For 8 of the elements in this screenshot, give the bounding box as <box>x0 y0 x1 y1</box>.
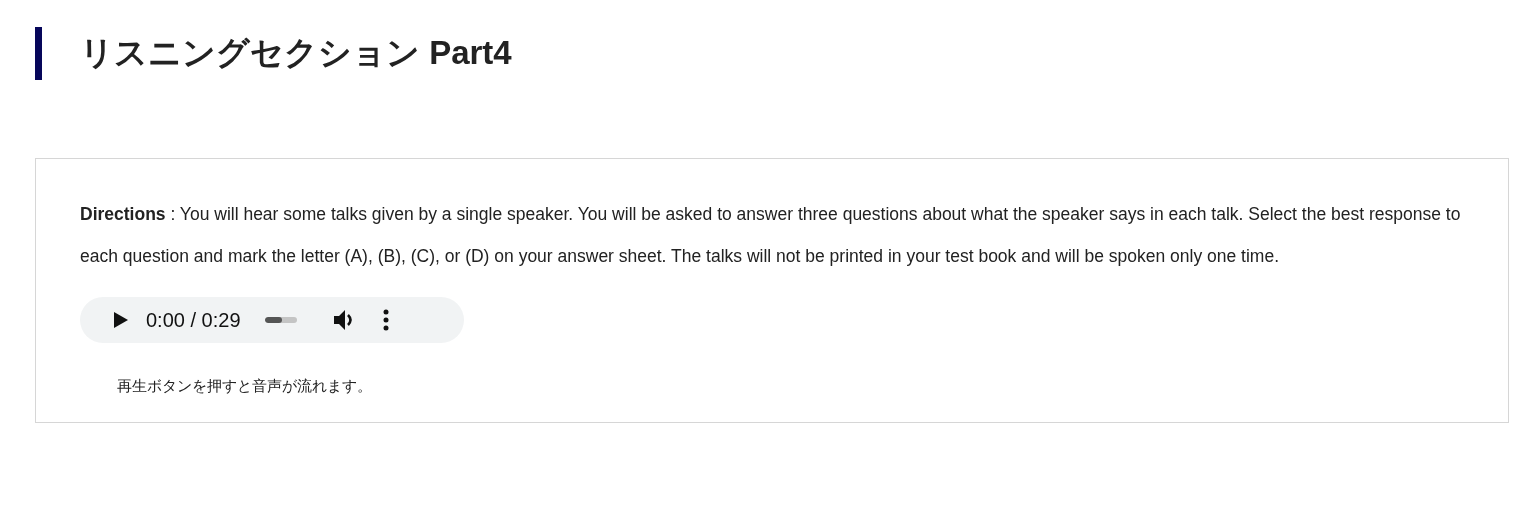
audio-time: 0:00 / 0:29 <box>146 308 241 332</box>
more-options-icon[interactable] <box>382 309 389 331</box>
heading-accent-bar <box>35 27 42 80</box>
audio-caption: 再生ボタンを押すと音声が流れます。 <box>117 377 373 396</box>
directions-text: Directions : You will hear some talks given by a single speaker. You will be asked to answer three questions about what the speaker says in each talk. Select the best response to each question and mark the letter (A), (B), (C), or (D) on your answer sheet. The talks will not be printed in your test book and will be spoken only one time. <box>80 203 1462 268</box>
section-heading: リスニングセクション Part4 <box>80 33 512 73</box>
audio-slider[interactable] <box>264 317 297 323</box>
play-icon[interactable] <box>114 312 128 328</box>
